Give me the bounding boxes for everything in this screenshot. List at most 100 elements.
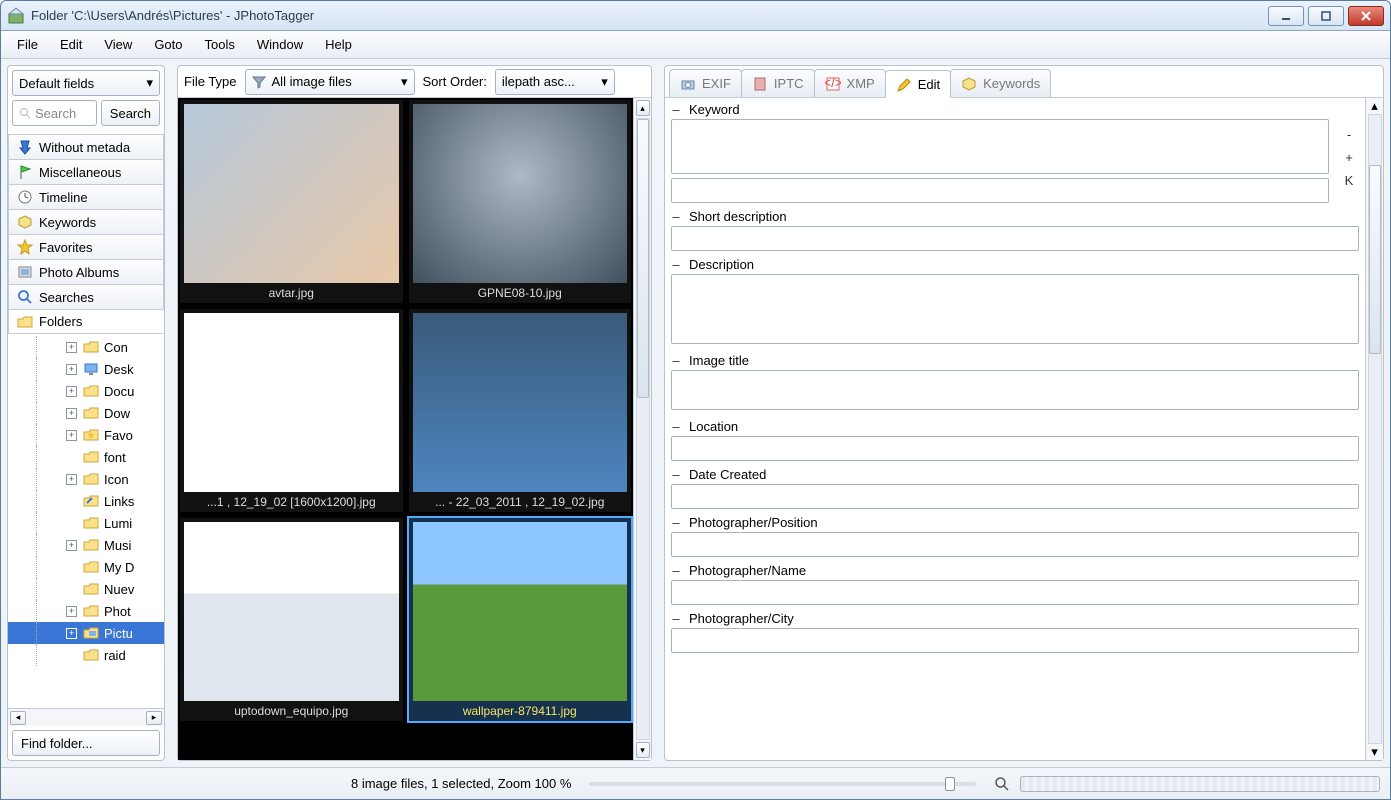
expand-toggle[interactable]: +	[66, 540, 77, 551]
keyword-input[interactable]	[671, 119, 1329, 174]
menu-tools[interactable]: Tools	[195, 33, 245, 56]
sidebar-tab-photo-albums[interactable]: Photo Albums	[8, 259, 164, 284]
expand-toggle[interactable]: +	[66, 408, 77, 419]
collapse-toggle[interactable]: –	[671, 257, 681, 272]
splitter-right[interactable]	[656, 65, 660, 761]
tree-node[interactable]: +Pictu	[8, 622, 164, 644]
tree-node[interactable]: +Dow	[8, 402, 164, 424]
thumbnail[interactable]: avtar.jpg	[178, 98, 405, 305]
sortorder-combo[interactable]: ilepath asc... ▾	[495, 69, 615, 95]
photographer-position-input[interactable]	[671, 532, 1359, 557]
image-title-input[interactable]	[671, 370, 1359, 410]
tree-node[interactable]: +Icon	[8, 468, 164, 490]
fields-combo[interactable]: Default fields ▾	[12, 70, 160, 96]
thumbnail[interactable]: ... - 22_03_2011 , 12_19_02.jpg	[407, 307, 634, 514]
menu-edit[interactable]: Edit	[50, 33, 92, 56]
tab-iptc[interactable]: IPTC	[741, 69, 815, 97]
tree-node[interactable]: font	[8, 446, 164, 468]
tree-node[interactable]: +Docu	[8, 380, 164, 402]
splitter-left[interactable]	[169, 65, 173, 761]
tree-node[interactable]: +Desk	[8, 358, 164, 380]
short-description-input[interactable]	[671, 226, 1359, 251]
collapse-toggle[interactable]: –	[671, 515, 681, 530]
expand-toggle[interactable]: +	[66, 364, 77, 375]
keyword-k-button[interactable]: K	[1345, 173, 1354, 188]
tree-node[interactable]: raid	[8, 644, 164, 666]
tab-exif[interactable]: EXIF	[669, 69, 742, 97]
thumbnail[interactable]: wallpaper-879411.jpg	[407, 516, 634, 723]
scroll-up-button[interactable]: ▴	[1371, 98, 1378, 114]
photographer-city-input[interactable]	[671, 628, 1359, 653]
collapse-toggle[interactable]: –	[671, 102, 681, 117]
tree-node[interactable]: +Phot	[8, 600, 164, 622]
sidebar-tab-favorites[interactable]: Favorites	[8, 234, 164, 259]
sidebar-tab-without-metadata[interactable]: Without metada	[8, 134, 164, 159]
collapse-toggle[interactable]: –	[671, 611, 681, 626]
tag-icon	[17, 214, 33, 230]
keyword-add-input[interactable]	[671, 178, 1329, 203]
scroll-thumb[interactable]	[637, 119, 649, 398]
thumbnail[interactable]: GPNE08-10.jpg	[407, 98, 634, 305]
sidebar-tab-folders[interactable]: Folders	[8, 309, 164, 334]
location-input[interactable]	[671, 436, 1359, 461]
scroll-thumb[interactable]	[1369, 165, 1381, 353]
thumbnail-grid[interactable]: avtar.jpgGPNE08-10.jpg...1 , 12_19_02 [1…	[178, 98, 633, 760]
sidebar-tab-keywords[interactable]: Keywords	[8, 209, 164, 234]
scroll-down-button[interactable]: ▾	[636, 742, 650, 758]
expand-toggle[interactable]: +	[66, 386, 77, 397]
zoom-slider[interactable]	[589, 782, 976, 786]
collapse-toggle[interactable]: –	[671, 467, 681, 482]
collapse-toggle[interactable]: –	[671, 563, 681, 578]
date-created-input[interactable]	[671, 484, 1359, 509]
find-folder-button[interactable]: Find folder...	[12, 730, 160, 756]
sidebar-tab-miscellaneous[interactable]: Miscellaneous	[8, 159, 164, 184]
description-input[interactable]	[671, 274, 1359, 344]
scroll-up-button[interactable]: ▴	[636, 100, 650, 116]
keyword-remove-button[interactable]: -	[1347, 127, 1351, 142]
sidebar-tab-timeline[interactable]: Timeline	[8, 184, 164, 209]
close-button[interactable]	[1348, 6, 1384, 26]
photographer-name-input[interactable]	[671, 580, 1359, 605]
menu-file[interactable]: File	[7, 33, 48, 56]
expand-toggle[interactable]: +	[66, 474, 77, 485]
tree-hscrollbar[interactable]: ◂ ▸	[8, 708, 164, 726]
expand-toggle[interactable]: +	[66, 606, 77, 617]
pin-icon	[17, 139, 33, 155]
thumbnails-vscrollbar[interactable]: ▴ ▾	[633, 98, 651, 760]
sidebar-tab-searches[interactable]: Searches	[8, 284, 164, 309]
maximize-button[interactable]	[1308, 6, 1344, 26]
menu-window[interactable]: Window	[247, 33, 313, 56]
menu-view[interactable]: View	[94, 33, 142, 56]
edit-vscrollbar[interactable]: ▴ ▾	[1365, 98, 1383, 760]
search-button[interactable]: Search	[101, 100, 160, 126]
tab-edit[interactable]: Edit	[885, 70, 951, 98]
keyword-add-button[interactable]: +	[1345, 150, 1353, 165]
tree-node[interactable]: My D	[8, 556, 164, 578]
tree-node[interactable]: Links	[8, 490, 164, 512]
search-input[interactable]: Search	[12, 100, 97, 126]
collapse-toggle[interactable]: –	[671, 353, 681, 368]
expand-toggle[interactable]: +	[66, 342, 77, 353]
collapse-toggle[interactable]: –	[671, 419, 681, 434]
expand-toggle[interactable]: +	[66, 628, 77, 639]
expand-toggle[interactable]: +	[66, 430, 77, 441]
minimize-button[interactable]	[1268, 6, 1304, 26]
scroll-down-button[interactable]: ▾	[1371, 744, 1378, 760]
tab-xmp[interactable]: </>XMP	[814, 69, 886, 97]
scroll-right-button[interactable]: ▸	[146, 711, 162, 725]
scroll-left-button[interactable]: ◂	[10, 711, 26, 725]
filetype-combo[interactable]: All image files ▾	[245, 69, 415, 95]
thumbnail[interactable]: ...1 , 12_19_02 [1600x1200].jpg	[178, 307, 405, 514]
tree-node[interactable]: Nuev	[8, 578, 164, 600]
tree-node[interactable]: +Con	[8, 336, 164, 358]
zoom-slider-thumb[interactable]	[945, 777, 955, 791]
menu-help[interactable]: Help	[315, 33, 362, 56]
tree-node[interactable]: +Musi	[8, 534, 164, 556]
tab-keywords[interactable]: Keywords	[950, 69, 1051, 97]
folder-tree[interactable]: +Con+Desk+Docu+Dow+Favofont+IconLinksLum…	[8, 334, 164, 708]
collapse-toggle[interactable]: –	[671, 209, 681, 224]
thumbnail[interactable]: uptodown_equipo.jpg	[178, 516, 405, 723]
menu-goto[interactable]: Goto	[144, 33, 192, 56]
tree-node[interactable]: Lumi	[8, 512, 164, 534]
tree-node[interactable]: +Favo	[8, 424, 164, 446]
